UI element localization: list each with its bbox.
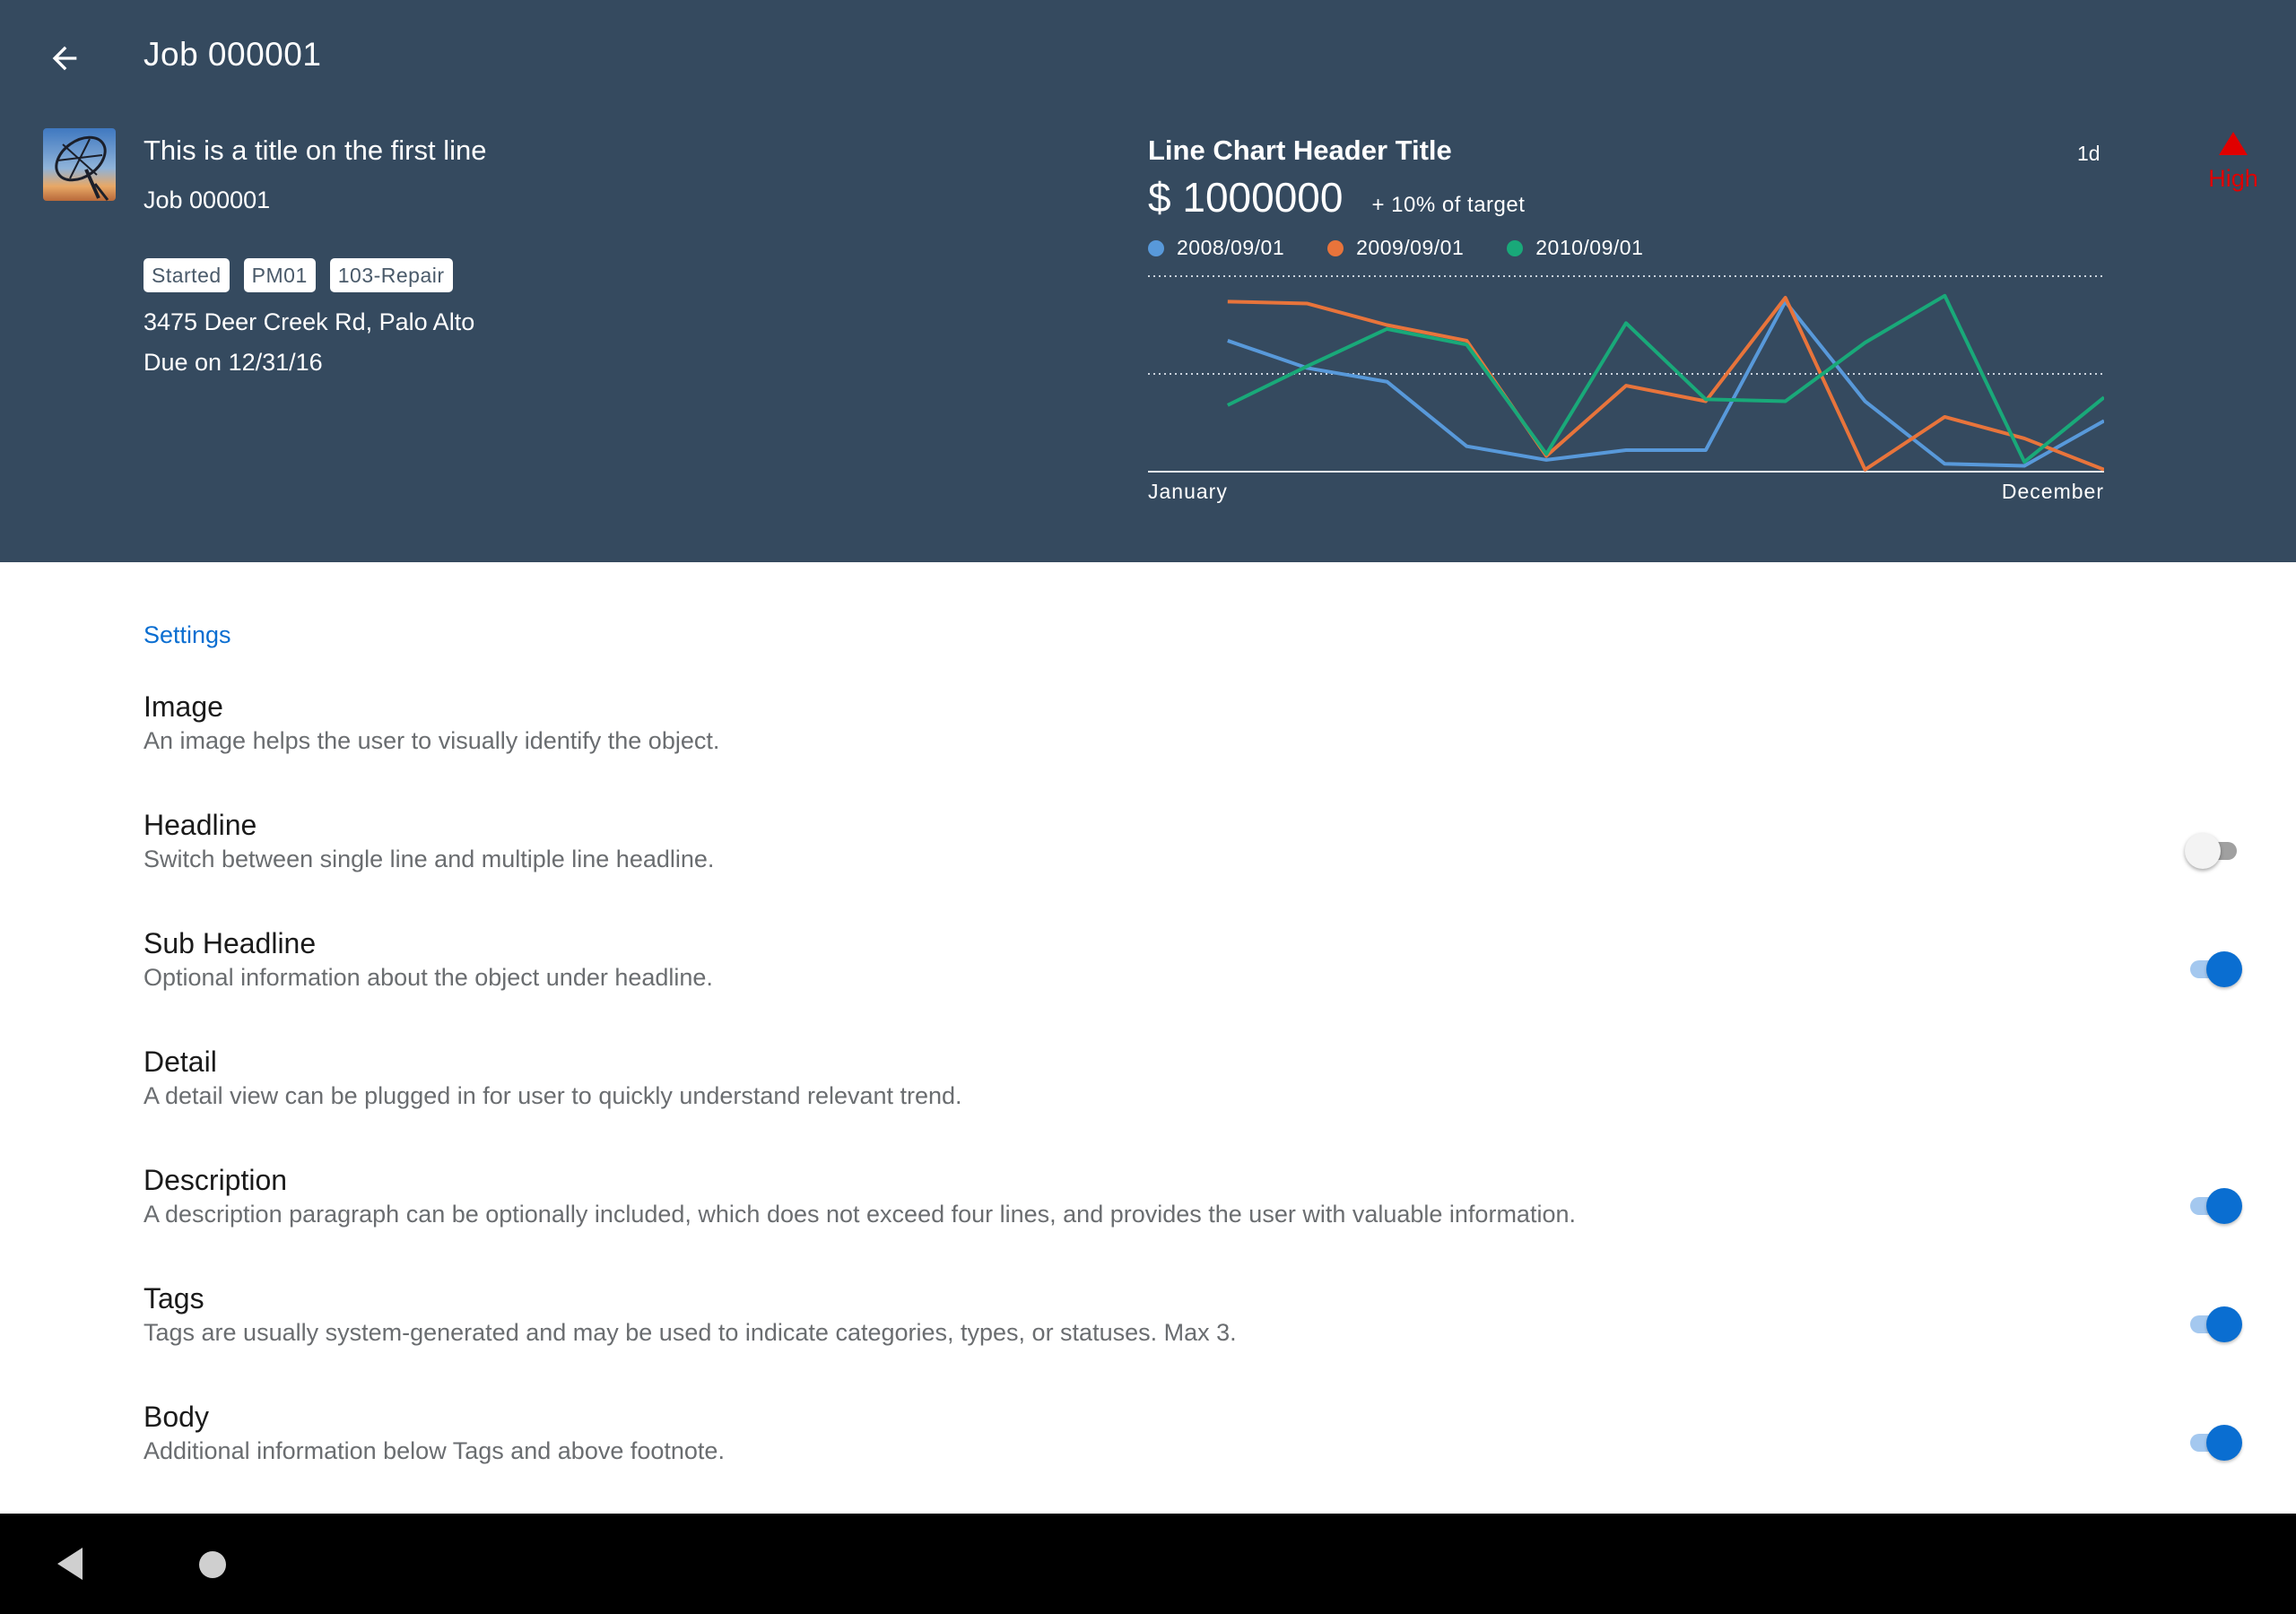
setting-row-image: Image An image helps the user to visuall… xyxy=(144,690,2260,780)
chart-period: 1d xyxy=(2077,142,2100,165)
object-header: Job 000001 This is a title on the first … xyxy=(0,0,2296,562)
setting-row-tags: Tags Tags are usually system-generated a… xyxy=(144,1282,2260,1372)
setting-description: A detail view can be plugged in for user… xyxy=(144,1082,962,1109)
object-due-date: Due on 12/31/16 xyxy=(144,349,323,376)
settings-heading[interactable]: Settings xyxy=(144,621,231,649)
setting-description: Switch between single line and multiple … xyxy=(144,846,715,872)
legend-item: 2010/09/01 xyxy=(1507,236,1643,260)
page-title: Job 000001 xyxy=(144,36,322,73)
legend-item: 2009/09/01 xyxy=(1327,236,1464,260)
kpi-target: + 10% of target xyxy=(1371,193,1526,217)
tag-status: Started xyxy=(144,258,230,292)
setting-row-sub-headline: Sub Headline Optional information about … xyxy=(144,927,2260,1017)
x-axis-start-label: January xyxy=(1148,480,1228,503)
nav-back-triangle-icon[interactable] xyxy=(54,1546,86,1582)
object-address: 3475 Deer Creek Rd, Palo Alto xyxy=(144,308,475,335)
legend-dot-icon xyxy=(1148,239,1164,256)
tag-list: Started PM01 103-Repair xyxy=(144,258,453,292)
setting-title: Description xyxy=(144,1164,288,1196)
setting-title: Headline xyxy=(144,809,257,841)
warning-triangle-icon xyxy=(2219,132,2248,155)
chart-title: Line Chart Header Title xyxy=(1148,134,1452,166)
setting-title: Image xyxy=(144,690,223,723)
object-title: This is a title on the first line xyxy=(144,134,487,166)
setting-row-description: Description A description paragraph can … xyxy=(144,1164,2260,1254)
legend-label: 2008/09/01 xyxy=(1177,236,1285,259)
sub-headline-toggle[interactable] xyxy=(2185,950,2242,987)
setting-row-detail: Detail A detail view can be plugged in f… xyxy=(144,1046,2260,1135)
legend-dot-icon xyxy=(1507,239,1524,256)
priority-label: High xyxy=(2208,165,2258,192)
back-button[interactable] xyxy=(38,34,91,82)
setting-description: An image helps the user to visually iden… xyxy=(144,727,720,754)
headline-toggle[interactable] xyxy=(2185,832,2242,869)
legend-dot-icon xyxy=(1327,239,1344,256)
setting-description: A description paragraph can be optionall… xyxy=(144,1201,1576,1228)
series-line-2010/09/01 xyxy=(1226,293,2104,464)
system-navigation-bar xyxy=(0,1514,2296,1614)
chart-kpi: $ 1000000 + 10% of target xyxy=(1148,173,1525,221)
object-subtitle: Job 000001 xyxy=(144,187,271,213)
setting-row-headline: Headline Switch between single line and … xyxy=(144,809,2260,898)
object-image xyxy=(43,128,116,201)
line-chart xyxy=(1148,275,2104,473)
setting-row-body: Body Additional information below Tags a… xyxy=(144,1401,2260,1490)
setting-title: Sub Headline xyxy=(144,927,317,959)
x-axis-end-label: December xyxy=(2001,480,2104,503)
series-line-2008/09/01 xyxy=(1227,299,2104,468)
legend-label: 2010/09/01 xyxy=(1535,236,1644,259)
legend-label: 2009/09/01 xyxy=(1356,236,1465,259)
setting-title: Body xyxy=(144,1401,209,1433)
tag-category: 103-Repair xyxy=(329,258,453,292)
nav-home-circle-icon[interactable] xyxy=(199,1551,226,1578)
body-toggle[interactable] xyxy=(2185,1424,2242,1461)
description-toggle[interactable] xyxy=(2185,1187,2242,1224)
chart-legend: 2008/09/01 2009/09/01 2010/09/01 xyxy=(1148,236,1643,260)
kpi-value: $ 1000000 xyxy=(1148,174,1344,221)
priority-indicator: High xyxy=(2188,130,2278,193)
legend-item: 2008/09/01 xyxy=(1148,236,1284,260)
arrow-left-icon xyxy=(52,46,77,71)
tags-toggle[interactable] xyxy=(2185,1306,2242,1342)
setting-description: Additional information below Tags and ab… xyxy=(144,1437,725,1464)
series-line-2009/09/01 xyxy=(1227,295,2104,472)
setting-description: Tags are usually system-generated and ma… xyxy=(144,1319,1237,1346)
setting-title: Tags xyxy=(144,1282,204,1315)
setting-title: Detail xyxy=(144,1046,217,1078)
tag-type: PM01 xyxy=(243,258,316,292)
setting-description: Optional information about the object un… xyxy=(144,964,713,991)
